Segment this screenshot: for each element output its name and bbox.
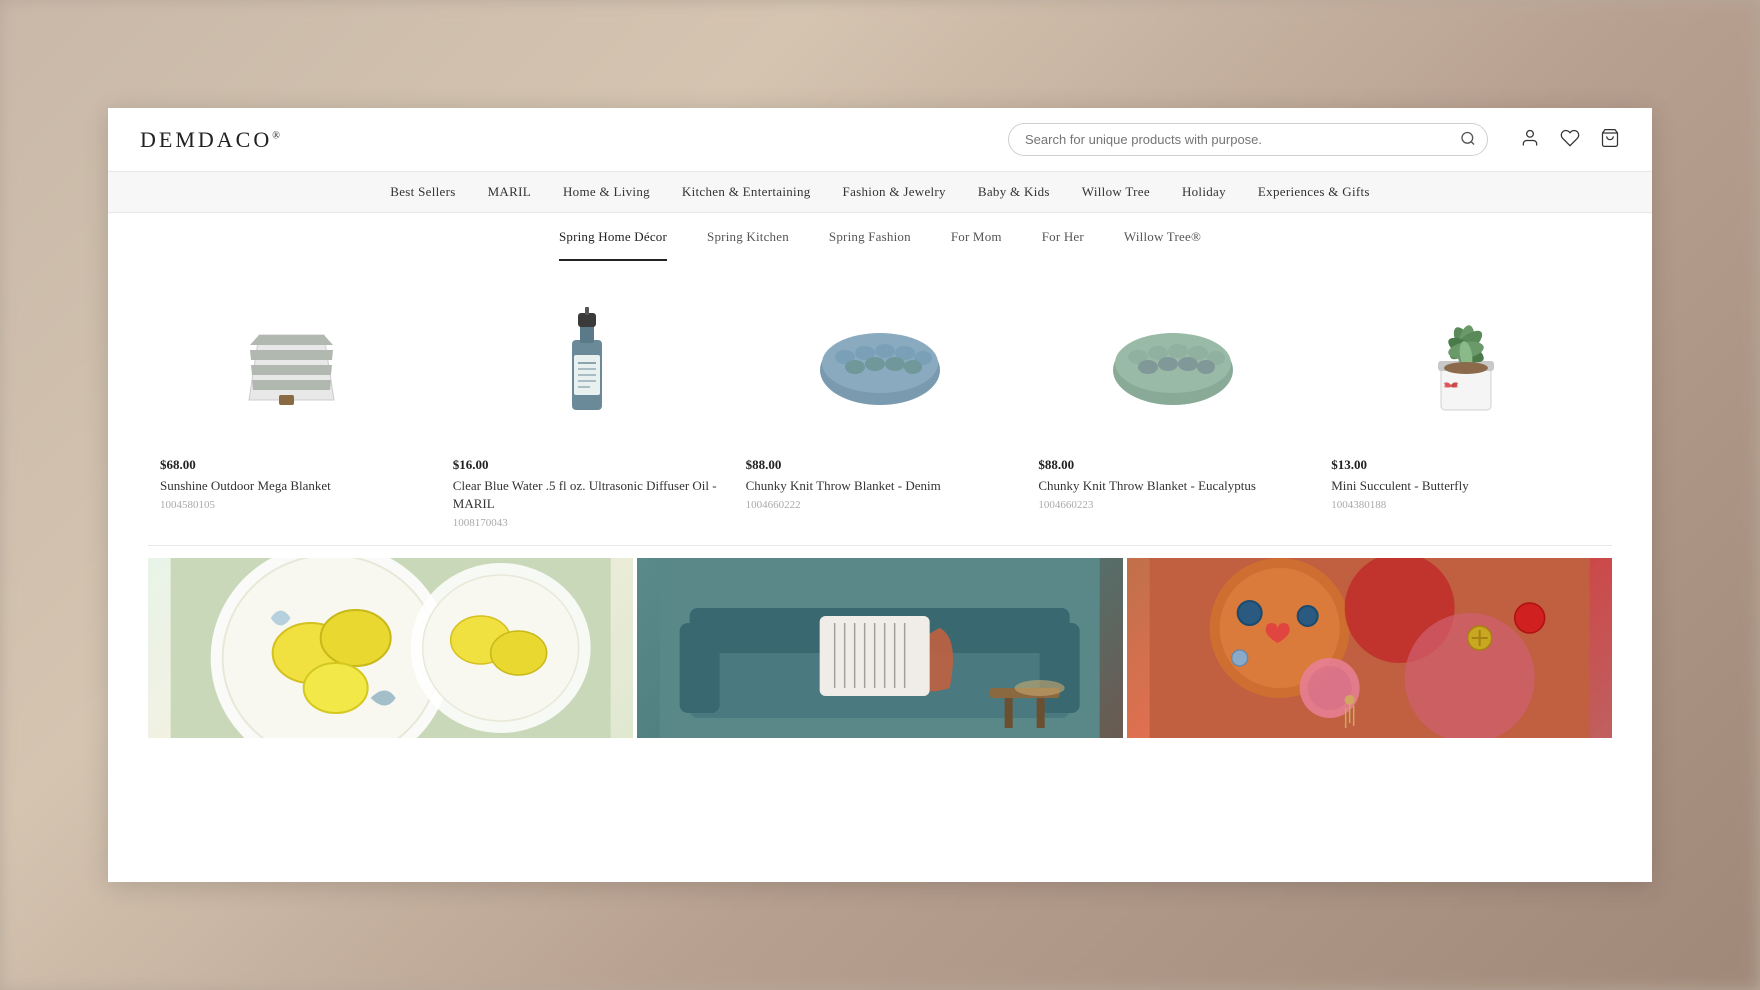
product-price-2: $16.00 — [453, 457, 722, 473]
nav-item-willow-tree[interactable]: Willow Tree — [1082, 184, 1150, 200]
product-image-1 — [160, 285, 429, 445]
product-sku-4: 1004660223 — [1038, 499, 1307, 511]
account-button[interactable] — [1520, 128, 1540, 151]
tab-for-mom[interactable]: For Mom — [951, 229, 1002, 261]
diffuser-bottle-image — [552, 305, 622, 425]
site-logo: DEMDACO® — [140, 127, 283, 153]
product-price-1: $68.00 — [160, 457, 429, 473]
search-input[interactable] — [1008, 123, 1488, 156]
tab-willow-tree[interactable]: Willow Tree® — [1124, 229, 1201, 261]
product-card-4[interactable]: $88.00 Chunky Knit Throw Blanket - Eucal… — [1026, 285, 1319, 529]
product-name-5: Mini Succulent - Butterfly — [1331, 477, 1600, 495]
jewelry-banner-image — [1127, 558, 1612, 738]
search-icon — [1460, 130, 1476, 146]
banner-home-living[interactable] — [148, 558, 633, 738]
cart-button[interactable] — [1600, 128, 1620, 151]
blanket-striped-image — [239, 310, 349, 420]
product-card-1[interactable]: $68.00 Sunshine Outdoor Mega Blanket 100… — [148, 285, 441, 529]
knit-blanket-eucalyptus-image — [1108, 315, 1238, 415]
product-grid: $68.00 Sunshine Outdoor Mega Blanket 100… — [108, 261, 1652, 545]
nav-item-experiences-gifts[interactable]: Experiences & Gifts — [1258, 184, 1370, 200]
product-name-2: Clear Blue Water .5 fl oz. Ultrasonic Di… — [453, 477, 722, 513]
search-button[interactable] — [1460, 130, 1476, 149]
main-content-card: DEMDACO® — [108, 108, 1652, 882]
nav-item-baby-kids[interactable]: Baby & Kids — [978, 184, 1050, 200]
banner-fashion-jewelry[interactable] — [1127, 558, 1612, 738]
product-card-3[interactable]: $88.00 Chunky Knit Throw Blanket - Denim… — [734, 285, 1027, 529]
tab-for-her[interactable]: For Her — [1042, 229, 1084, 261]
product-name-3: Chunky Knit Throw Blanket - Denim — [746, 477, 1015, 495]
nav-item-best-sellers[interactable]: Best Sellers — [390, 184, 455, 200]
cart-icon — [1600, 128, 1620, 148]
wishlist-button[interactable] — [1560, 128, 1580, 151]
product-sku-1: 1004580105 — [160, 499, 429, 511]
banner-spring-home-decor[interactable] — [637, 558, 1122, 738]
product-sku-5: 1004380188 — [1331, 499, 1600, 511]
product-name-4: Chunky Knit Throw Blanket - Eucalyptus — [1038, 477, 1307, 495]
product-price-5: $13.00 — [1331, 457, 1600, 473]
product-image-2 — [453, 285, 722, 445]
product-card-5[interactable]: $13.00 Mini Succulent - Butterfly 100438… — [1319, 285, 1612, 529]
knit-blanket-denim-image — [815, 315, 945, 415]
tab-spring-home-decor[interactable]: Spring Home Décor — [559, 229, 667, 261]
product-price-3: $88.00 — [746, 457, 1015, 473]
search-container — [1008, 123, 1488, 156]
product-image-3 — [746, 285, 1015, 445]
header-icons — [1520, 128, 1620, 151]
product-sku-2: 1008170043 — [453, 517, 722, 529]
couch-banner-image — [637, 558, 1122, 738]
primary-nav: Best Sellers MARIL Home & Living Kitchen… — [108, 172, 1652, 213]
nav-item-fashion-jewelry[interactable]: Fashion & Jewelry — [843, 184, 946, 200]
tab-spring-kitchen[interactable]: Spring Kitchen — [707, 229, 789, 261]
product-sku-3: 1004660222 — [746, 499, 1015, 511]
account-icon — [1520, 128, 1540, 148]
product-price-4: $88.00 — [1038, 457, 1307, 473]
secondary-nav: Spring Home Décor Spring Kitchen Spring … — [108, 213, 1652, 261]
site-header: DEMDACO® — [108, 108, 1652, 172]
nav-item-home-living[interactable]: Home & Living — [563, 184, 650, 200]
nav-item-holiday[interactable]: Holiday — [1182, 184, 1226, 200]
nav-item-maril[interactable]: MARIL — [488, 184, 531, 200]
product-name-1: Sunshine Outdoor Mega Blanket — [160, 477, 429, 495]
category-banners — [108, 546, 1652, 738]
lemon-banner-image — [148, 558, 633, 738]
tab-spring-fashion[interactable]: Spring Fashion — [829, 229, 911, 261]
nav-item-kitchen-entertaining[interactable]: Kitchen & Entertaining — [682, 184, 811, 200]
succulent-pot-image — [1416, 305, 1516, 425]
wishlist-icon — [1560, 128, 1580, 148]
product-image-5 — [1331, 285, 1600, 445]
product-image-4 — [1038, 285, 1307, 445]
product-card-2[interactable]: $16.00 Clear Blue Water .5 fl oz. Ultras… — [441, 285, 734, 529]
